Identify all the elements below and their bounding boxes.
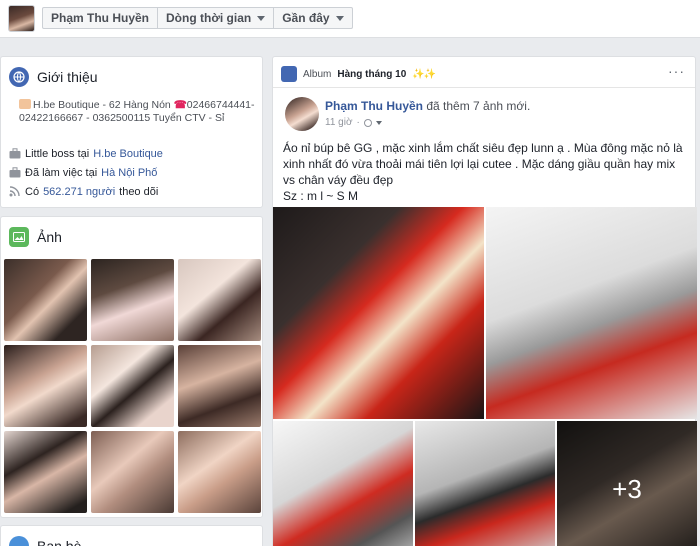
album-post: Album Hàng tháng 10 ✨✨ ··· Phạm Thu Huyề… (272, 56, 697, 546)
caption-text: Áo nỉ búp bê GG , mặc xinh lắm chất siêu… (283, 141, 683, 187)
friends-title: Bạn bè (37, 538, 82, 546)
work-prefix: Little boss tại (25, 148, 90, 160)
timeline-label: Dòng thời gian (166, 11, 252, 25)
author-name-link[interactable]: Phạm Thu Huyền (325, 99, 423, 113)
shop-icon (19, 99, 31, 109)
friends-icon (9, 536, 29, 546)
author-line: Phạm Thu Huyền đã thêm 7 ảnh mới. (325, 99, 530, 113)
author-action: đã thêm 7 ảnh mới. (426, 99, 531, 113)
friends-header: Bạn bè (1, 526, 262, 546)
post-photo[interactable] (415, 421, 555, 546)
photo-thumbnail[interactable] (91, 259, 174, 341)
caption-sizes: Sz : m l ~ S M (283, 189, 359, 203)
photo-thumbnail[interactable] (178, 431, 261, 513)
intro-card: Giới thiệu H.be Boutique - 62 Hàng Nón ☎… (0, 56, 263, 208)
globe-icon (9, 67, 29, 87)
location-link[interactable]: Hà Nội Phố (101, 166, 157, 180)
post-photo[interactable] (486, 207, 697, 419)
privacy-icon[interactable] (363, 118, 372, 127)
profile-name-label: Phạm Thu Huyền (51, 11, 150, 25)
chevron-down-icon (257, 15, 266, 21)
post-photo-more[interactable]: +3 (557, 421, 697, 546)
post-photo[interactable] (273, 207, 484, 419)
photos-header: Ảnh (1, 217, 262, 247)
photo-thumbnail[interactable] (178, 345, 261, 427)
friends-card: Bạn bè (0, 525, 263, 546)
intro-title: Giới thiệu (37, 69, 98, 85)
followers-line: Có 562.271 người theo dõi (9, 185, 158, 199)
recent-label: Gần đây (282, 11, 330, 25)
rss-icon (9, 186, 20, 197)
album-icon (281, 66, 297, 82)
followers-prefix: Có (25, 186, 40, 198)
photo-thumbnail[interactable] (91, 345, 174, 427)
photo-thumbnail[interactable] (4, 259, 87, 341)
work-place-link[interactable]: H.be Boutique (93, 147, 163, 161)
followers-count-link[interactable]: 562.271 người (43, 185, 115, 199)
photo-thumbnail[interactable] (4, 431, 87, 513)
breadcrumb: Phạm Thu Huyền Dòng thời gian Gần đây (42, 7, 353, 29)
more-options-icon[interactable]: ··· (668, 63, 685, 79)
photo-thumbnail[interactable] (91, 431, 174, 513)
album-name-link[interactable]: Hàng tháng 10 (337, 69, 406, 80)
briefcase-icon (9, 148, 21, 159)
timeline-dropdown[interactable]: Dòng thời gian (158, 8, 275, 28)
intro-header: Giới thiệu (1, 57, 262, 87)
chevron-down-icon (375, 120, 382, 125)
profile-avatar[interactable] (8, 5, 35, 32)
profile-name-link[interactable]: Phạm Thu Huyền (43, 8, 159, 28)
album-header: Album Hàng tháng 10 ✨✨ (281, 66, 436, 82)
photos-title: Ảnh (37, 229, 62, 245)
bio-phone: 02466744441- (186, 99, 255, 111)
recent-dropdown[interactable]: Gần đây (274, 8, 351, 28)
post-time[interactable]: 11 giờ · (325, 117, 382, 128)
photo-grid (4, 259, 261, 513)
chevron-down-icon (335, 15, 344, 21)
location-line: Đã làm việc tại Hà Nội Phố (9, 166, 157, 180)
phone-icon: ☎ (173, 99, 187, 111)
followers-suffix: theo dõi (119, 186, 159, 198)
photos-card: Ảnh (0, 216, 263, 518)
bio-rest: 02422166667 - 0362500115 Tuyển CTV - Sỉ (19, 112, 225, 124)
location-prefix: Đã làm việc tại (25, 167, 98, 179)
bio-text: H.be Boutique - 62 Hàng Nón ☎02466744441… (19, 99, 257, 125)
timestamp: 11 giờ (325, 117, 353, 128)
album-prefix: Album (303, 68, 332, 80)
work-line: Little boss tại H.be Boutique (9, 147, 163, 161)
top-bar: Phạm Thu Huyền Dòng thời gian Gần đây (0, 0, 700, 38)
divider (273, 87, 695, 88)
bio-shop: H.be Boutique - 62 Hàng Nón (33, 99, 171, 111)
briefcase-icon (9, 167, 21, 178)
post-caption: Áo nỉ búp bê GG , mặc xinh lắm chất siêu… (283, 140, 683, 204)
post-photo[interactable] (273, 421, 413, 546)
photo-thumbnail[interactable] (178, 259, 261, 341)
album-emoji: ✨✨ (412, 68, 436, 80)
photo-icon (9, 227, 29, 247)
photo-thumbnail[interactable] (4, 345, 87, 427)
more-photos-count: +3 (612, 473, 642, 504)
author-avatar[interactable] (285, 97, 319, 131)
